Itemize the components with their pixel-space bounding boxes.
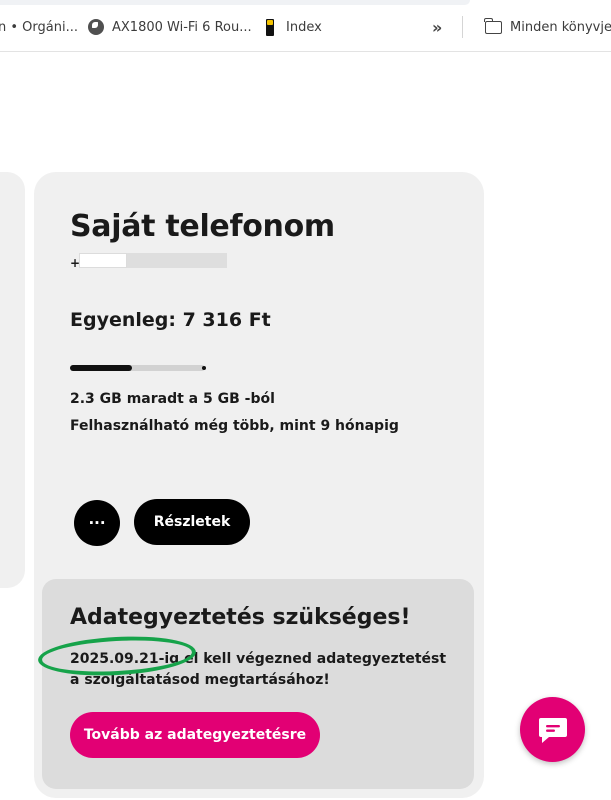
- bookmarks-overflow-button[interactable]: »: [432, 16, 442, 38]
- all-bookmarks-folder[interactable]: Minden könyvjel: [484, 16, 611, 38]
- folder-icon: [484, 17, 502, 34]
- phone-number: +: [70, 253, 227, 270]
- details-button[interactable]: Részletek: [134, 499, 250, 545]
- bookmark-label: n • Orgáni...: [0, 19, 78, 35]
- previous-card-edge[interactable]: [0, 172, 25, 588]
- remaining-data-text: 2.3 GB maradt a 5 GB -ból: [70, 391, 275, 407]
- bookmark-item-index[interactable]: Index: [266, 16, 322, 38]
- more-options-button[interactable]: ···: [74, 500, 120, 546]
- data-reconciliation-alert: Adategyeztetés szükséges! 2025.09.21-ig …: [37, 579, 474, 789]
- redacted-number: [127, 253, 227, 268]
- address-bar-edge: [0, 0, 470, 5]
- reconciliation-cta-button[interactable]: Tovább az adategyeztetésre: [70, 712, 320, 758]
- chat-icon: [538, 717, 567, 743]
- data-usage-bar: [70, 365, 205, 371]
- chat-button[interactable]: [520, 697, 585, 762]
- bookmark-label: AX1800 Wi-Fi 6 Rou...: [112, 19, 252, 35]
- card-title: Saját telefonom: [70, 209, 335, 244]
- globe-icon: [88, 19, 104, 35]
- data-usage-fill: [70, 365, 133, 371]
- bookmark-label: Index: [286, 19, 322, 35]
- data-usage-end-marker: [202, 366, 206, 370]
- folder-label: Minden könyvjel: [510, 19, 611, 35]
- bookmarks-divider: [462, 16, 463, 38]
- bookmark-item-organi[interactable]: n • Orgáni...: [0, 16, 78, 38]
- redacted-number: [79, 253, 127, 268]
- balance-text: Egyenleg: 7 316 Ft: [70, 309, 271, 331]
- validity-text: Felhasználható még több, mint 9 hónapig: [70, 418, 399, 434]
- bookmark-item-router[interactable]: AX1800 Wi-Fi 6 Rou...: [88, 16, 252, 38]
- bookmarks-bar: n • Orgáni... AX1800 Wi-Fi 6 Rou... Inde…: [0, 0, 611, 52]
- index-logo-icon: [266, 18, 274, 36]
- phone-card: Saját telefonom + Egyenleg: 7 316 Ft 2.3…: [34, 172, 484, 798]
- alert-title: Adategyeztetés szükséges!: [70, 605, 411, 630]
